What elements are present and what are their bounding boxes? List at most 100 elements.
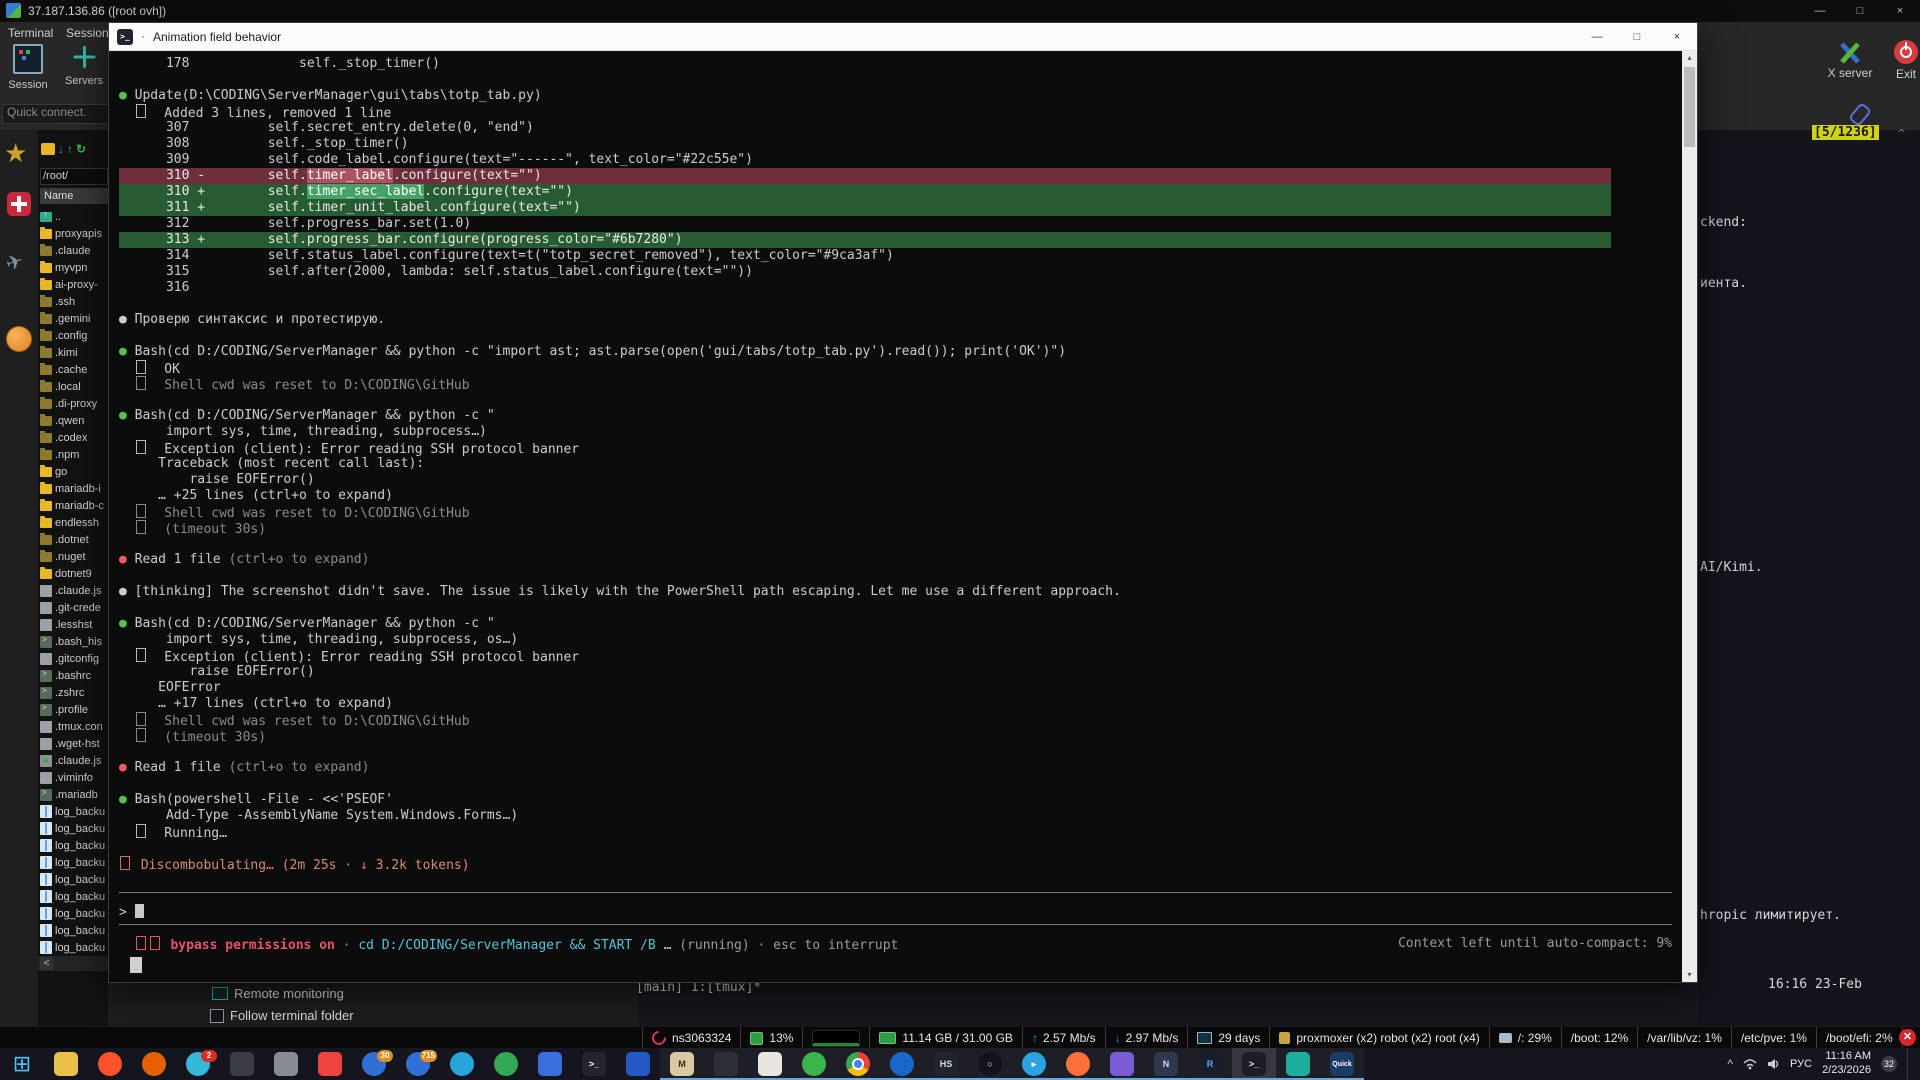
green-sphere-app-taskbar-button[interactable] [792,1048,836,1080]
file-row[interactable]: .bash_his [40,633,108,650]
file-row[interactable]: log_backu [40,939,108,956]
file-row[interactable]: .local [40,378,108,395]
purple-app-taskbar-button[interactable] [1100,1048,1144,1080]
x-server-button[interactable]: X server [1822,40,1878,80]
file-row[interactable]: .. [40,208,108,225]
close-icon[interactable]: × [1880,0,1920,22]
file-row[interactable]: .viminfo [40,769,108,786]
scroll-up-icon[interactable]: ▴ [1682,51,1697,65]
scroll-left-icon[interactable]: < [40,957,53,970]
file-row[interactable]: .nuget [40,548,108,565]
dark-app-taskbar-button[interactable] [220,1048,264,1080]
green-app-taskbar-button[interactable] [484,1048,528,1080]
file-row[interactable]: .profile [40,701,108,718]
blue-app-taskbar-button[interactable] [616,1048,660,1080]
upload-icon[interactable]: ↑ [67,142,73,156]
file-panel-hscrollbar[interactable]: < [38,956,108,971]
file-row[interactable]: .git-crede [40,599,108,616]
folder-up-icon[interactable] [41,143,55,155]
file-row[interactable]: .mariadb [40,786,108,803]
file-row[interactable]: .tmux.con [40,718,108,735]
file-row[interactable]: .bashrc [40,667,108,684]
file-row[interactable]: go [40,463,108,480]
anydesk-taskbar-button[interactable] [308,1048,352,1080]
firefox-browser-taskbar-button[interactable] [132,1048,176,1080]
terminal-titlebar[interactable]: >_ · Animation field behavior — □ × [109,23,1697,51]
file-row[interactable]: .claude.js [40,752,108,769]
firefox-2-taskbar-button[interactable] [1056,1048,1100,1080]
file-row[interactable]: .claude.js [40,582,108,599]
tray-clock[interactable]: 11:16 AM 2/23/2026 [1822,1050,1871,1078]
file-row[interactable]: mariadb-i [40,480,108,497]
favorites-star-icon[interactable]: ★ [4,138,27,169]
file-row[interactable]: .codex [40,429,108,446]
chrome-browser-taskbar-button[interactable] [836,1048,880,1080]
scroll-down-icon[interactable]: ▾ [1682,968,1697,982]
file-row[interactable]: log_backu [40,803,108,820]
dark-app-2-taskbar-button[interactable] [704,1048,748,1080]
qbittorrent-taskbar-button[interactable] [440,1048,484,1080]
file-row[interactable]: .cache [40,361,108,378]
maximize-icon[interactable]: □ [1617,23,1657,51]
file-row[interactable]: .wget-hst [40,735,108,752]
minimize-icon[interactable]: — [1800,0,1840,22]
current-path-field[interactable]: /root/ [40,168,108,185]
file-row[interactable]: myvpn [40,259,108,276]
file-row[interactable]: log_backu [40,854,108,871]
file-row[interactable]: .dotnet [40,531,108,548]
exit-button[interactable]: Exit [1878,40,1920,81]
file-row[interactable]: .config [40,327,108,344]
blue-compass-app-taskbar-button[interactable] [880,1048,924,1080]
file-row[interactable]: log_backu [40,837,108,854]
file-row[interactable]: .di-proxy [40,395,108,412]
n-app-taskbar-button[interactable]: N [1144,1048,1188,1080]
chevron-up-icon[interactable]: ^ [1727,1057,1733,1071]
console-app-taskbar-button[interactable]: >_ [572,1048,616,1080]
file-row[interactable]: proxyapis [40,225,108,242]
terminal-scrollbar[interactable]: ▴ ▾ [1682,51,1697,982]
close-icon[interactable]: × [1657,23,1697,51]
remote-app-2-taskbar-button[interactable]: 715 [396,1048,440,1080]
file-row[interactable]: .lesshst [40,616,108,633]
r-app-taskbar-button[interactable]: R [1188,1048,1232,1080]
terminal-content[interactable]: 178 self._stop_timer()● Update(D:\CODING… [109,51,1697,982]
file-row[interactable]: log_backu [40,820,108,837]
quick-connect-input[interactable]: Quick connect. [2,104,114,124]
teal-app-taskbar-button[interactable] [1276,1048,1320,1080]
paper-plane-icon[interactable]: ✈ [2,248,26,277]
globe-icon[interactable] [6,326,32,352]
file-row[interactable]: log_backu [40,922,108,939]
windows-terminal-taskbar-button[interactable]: >_ [1232,1048,1276,1080]
file-row[interactable]: mariadb-c [40,497,108,514]
file-row[interactable]: .kimi [40,344,108,361]
file-row[interactable]: log_backu [40,871,108,888]
file-list-header[interactable]: Name [40,188,108,204]
file-row[interactable]: .zshrc [40,684,108,701]
file-row[interactable]: .qwen [40,412,108,429]
refresh-icon[interactable]: ↻ [76,142,86,156]
obs-studio-taskbar-button[interactable]: ○ [968,1048,1012,1080]
file-row[interactable]: log_backu [40,905,108,922]
hs-app-taskbar-button[interactable]: HS [924,1048,968,1080]
remote-monitoring-checkbox[interactable]: Remote monitoring [212,986,344,1001]
follow-terminal-folder-checkbox[interactable]: Follow terminal folder [210,1008,354,1023]
tools-knife-icon[interactable] [7,192,31,216]
gray-app-taskbar-button[interactable] [264,1048,308,1080]
file-explorer-taskbar-button[interactable] [44,1048,88,1080]
notification-badge[interactable]: 32 [1881,1056,1897,1072]
file-row[interactable]: .ssh [40,293,108,310]
paint-app-taskbar-button[interactable] [748,1048,792,1080]
menu-terminal[interactable]: Terminal [8,26,53,40]
statusbar-close-icon[interactable]: ✕ [1899,1029,1916,1046]
telegram-taskbar-button[interactable]: ▸ [1012,1048,1056,1080]
scrollbar-thumb[interactable] [1684,67,1695,147]
brave-browser-taskbar-button[interactable] [88,1048,132,1080]
file-row[interactable]: log_backu [40,888,108,905]
mobaxterm-taskbar-button[interactable]: M [660,1048,704,1080]
edge-browser-taskbar-button[interactable]: 2 [176,1048,220,1080]
file-row[interactable]: ai-proxy- [40,276,108,293]
quick-settings-app-taskbar-button[interactable]: Quick [1320,1048,1364,1080]
blue-grid-app-taskbar-button[interactable] [528,1048,572,1080]
network-icon[interactable] [1743,1058,1757,1070]
show-desktop-button[interactable] [1907,1048,1912,1080]
